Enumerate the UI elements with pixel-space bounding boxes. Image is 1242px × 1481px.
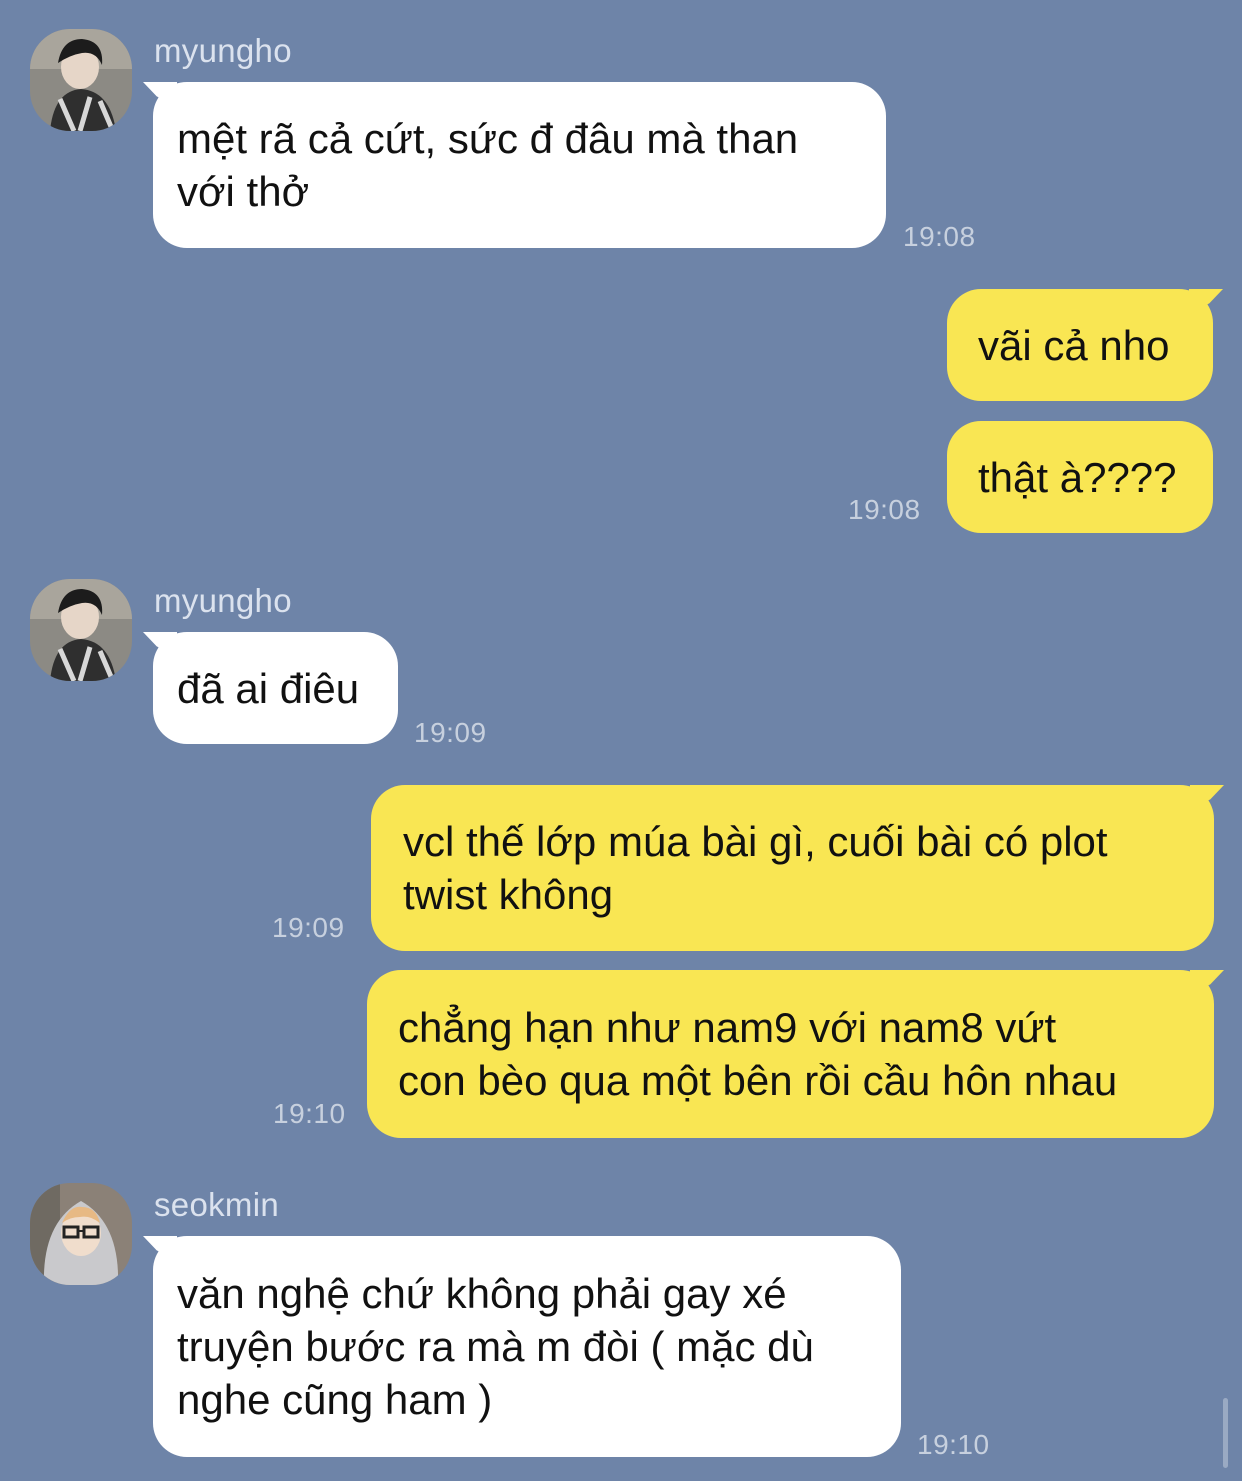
- message-text: vãi cả nho: [978, 321, 1170, 369]
- avatar-seokmin[interactable]: [30, 1183, 132, 1285]
- message-bubble-incoming[interactable]: văn nghệ chứ không phải gay xé truyện bư…: [153, 1236, 901, 1457]
- avatar-myungho[interactable]: [30, 579, 132, 681]
- sender-name: myungho: [154, 582, 292, 619]
- message-text: với thở: [177, 168, 310, 215]
- message-time: 19:09: [414, 717, 487, 748]
- message-text: truyện bước ra mà m đòi ( mặc dù: [177, 1323, 814, 1370]
- message-time: 19:09: [272, 912, 345, 943]
- scrollbar[interactable]: [1223, 1398, 1228, 1468]
- message-text: mệt rã cả cứt, sức đ đâu mà than: [177, 115, 799, 162]
- message-text: vcl thế lớp múa bài gì, cuối bài có plot: [403, 818, 1108, 865]
- message-time: 19:10: [273, 1098, 346, 1129]
- sender-name: seokmin: [154, 1186, 279, 1223]
- message-bubble-outgoing[interactable]: vcl thế lớp múa bài gì, cuối bài có plot…: [371, 785, 1214, 951]
- message-text: đã ai điêu: [177, 664, 360, 712]
- message-time: 19:10: [917, 1429, 990, 1460]
- avatar-myungho[interactable]: [30, 29, 132, 131]
- message-bubble-outgoing[interactable]: thật à????: [947, 421, 1213, 533]
- message-time: 19:08: [903, 221, 976, 252]
- message-text: twist không: [403, 871, 614, 918]
- message-text: văn nghệ chứ không phải gay xé: [177, 1270, 787, 1317]
- message-bubble-incoming[interactable]: đã ai điêu: [153, 632, 398, 744]
- message-text: thật à????: [978, 453, 1177, 501]
- message-text: con bèo qua một bên rồi cầu hôn nhau: [398, 1057, 1118, 1104]
- message-bubble-outgoing[interactable]: chẳng hạn như nam9 với nam8 vứt con bèo …: [367, 970, 1214, 1138]
- message-text: nghe cũng ham ): [177, 1376, 493, 1423]
- message-bubble-outgoing[interactable]: vãi cả nho: [947, 289, 1213, 401]
- message-bubble-incoming[interactable]: mệt rã cả cứt, sức đ đâu mà than với thở: [153, 82, 886, 248]
- message-time: 19:08: [848, 494, 921, 525]
- message-text: chẳng hạn như nam9 với nam8 vứt: [398, 1004, 1057, 1051]
- sender-name: myungho: [154, 32, 292, 69]
